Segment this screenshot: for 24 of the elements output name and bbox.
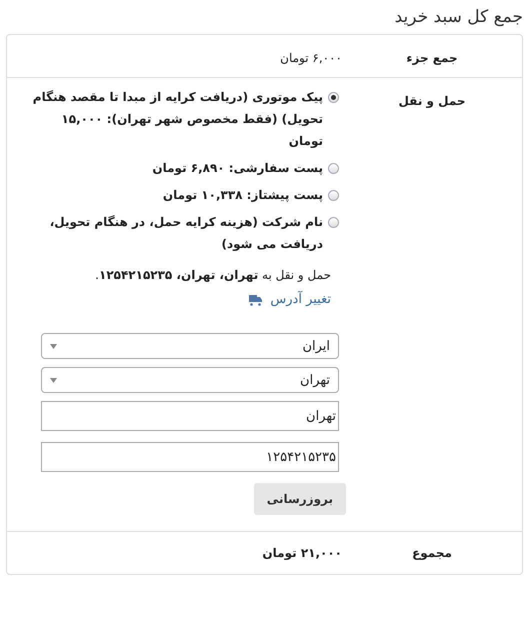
country-select[interactable]: ایران [41, 333, 339, 359]
radio-button[interactable] [328, 190, 339, 201]
postcode-field[interactable]: ۱۲۵۴۲۱۵۲۳۵ [41, 442, 339, 472]
truck-icon [249, 294, 262, 306]
shipping-option-label[interactable]: پست سفارشی: ۶,۸۹۰ تومان [152, 157, 323, 179]
shipping-option-label[interactable]: نام شرکت (هزینه کرایه حمل، در هنگام تحویل، دریافت می شود) [25, 211, 323, 255]
shipping-destination: حمل و نقل به تهران، تهران، ۱۲۵۴۲۱۵۲۳۵. [95, 268, 331, 282]
shipping-label: حمل و نقل [398, 94, 466, 108]
cart-totals-title: جمع کل سبد خرید [394, 7, 523, 27]
shipping-option-label[interactable]: پست پیشتاز: ۱۰,۳۳۸ تومان [162, 184, 323, 206]
state-select[interactable]: تهران [41, 367, 339, 393]
shipping-option-label[interactable]: پیک موتوری (دریافت کرایه از مبدا تا مقصد هنگام تحویل) (فقط مخصوص شهر تهران): ۱۵,۰۰۰ تومان [25, 86, 323, 152]
total-value: ۲۱,۰۰۰ تومان [261, 546, 342, 560]
caret-icon [50, 344, 57, 348]
radio-button[interactable] [328, 92, 339, 103]
subtotal-value: ۶,۰۰۰ تومان [279, 51, 342, 65]
total-label: مجموع [412, 546, 452, 560]
change-address-link[interactable]: تغییر آدرس [270, 292, 331, 307]
radio-button[interactable] [328, 217, 339, 228]
subtotal-label: جمع جزء [406, 51, 458, 65]
radio-button[interactable] [328, 163, 339, 174]
update-button[interactable]: بروزرسانی [254, 483, 346, 515]
caret-icon [50, 378, 57, 382]
city-field[interactable]: تهران [41, 401, 339, 431]
